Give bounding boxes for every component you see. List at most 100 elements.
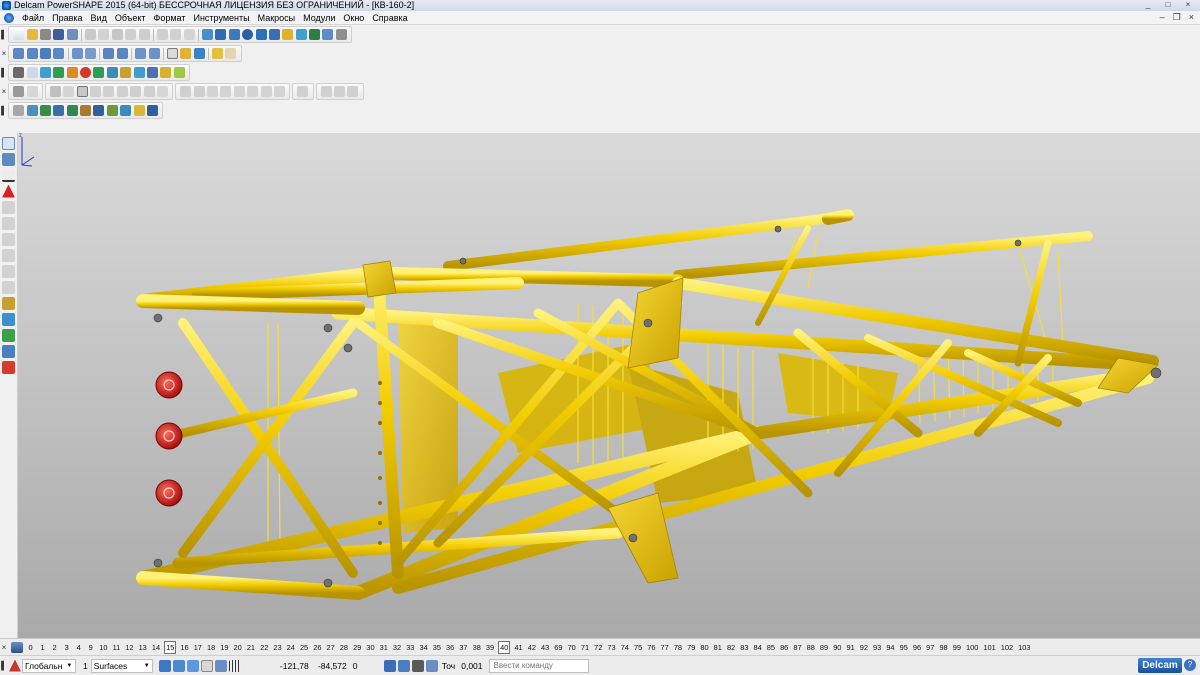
- select-mode-icon[interactable]: [49, 86, 61, 97]
- layer-icon[interactable]: [39, 67, 51, 78]
- save-icon[interactable]: [53, 29, 65, 40]
- surface-tool-icon[interactable]: [2, 248, 15, 262]
- statusbar-grip[interactable]: ▌: [0, 658, 8, 674]
- select-icon[interactable]: [215, 29, 227, 40]
- layer-number[interactable]: 12: [124, 642, 134, 653]
- layer-number[interactable]: 36: [445, 642, 455, 653]
- layer-number[interactable]: 21: [246, 642, 256, 653]
- layer-number[interactable]: 71: [580, 642, 590, 653]
- layer-number[interactable]: 33: [405, 642, 415, 653]
- grid-pattern-icon[interactable]: [228, 659, 241, 672]
- layer-number[interactable]: 41: [513, 642, 523, 653]
- curve-tool-icon[interactable]: [2, 216, 15, 230]
- layer-number[interactable]: 75: [633, 642, 643, 653]
- level-icon[interactable]: [13, 67, 25, 78]
- layer-number[interactable]: 31: [379, 642, 389, 653]
- camera-icon[interactable]: [411, 659, 424, 672]
- menu-tools[interactable]: Инструменты: [189, 11, 253, 25]
- undo-icon[interactable]: [156, 29, 168, 40]
- measure-icon[interactable]: [202, 29, 214, 40]
- shell-icon[interactable]: [53, 105, 65, 116]
- layer-number[interactable]: 9: [86, 642, 95, 653]
- layer-number[interactable]: 77: [660, 642, 670, 653]
- print-icon[interactable]: [39, 29, 51, 40]
- view-iso-icon[interactable]: [39, 48, 51, 59]
- close-button[interactable]: ×: [1180, 0, 1196, 10]
- view-cube-icon[interactable]: [71, 48, 83, 59]
- project-icon[interactable]: [273, 86, 285, 97]
- layer-number[interactable]: 16: [179, 642, 189, 653]
- menu-macros[interactable]: Макросы: [254, 11, 300, 25]
- doc-close-button[interactable]: ×: [1189, 12, 1194, 23]
- zoom-in-icon[interactable]: [103, 48, 115, 59]
- feature-tool-icon[interactable]: [2, 296, 15, 310]
- copy-icon[interactable]: [98, 29, 110, 40]
- solid-icon[interactable]: [309, 29, 321, 40]
- align-icon[interactable]: [260, 86, 272, 97]
- select-surface-icon[interactable]: [130, 86, 142, 97]
- layer-number[interactable]: 74: [620, 642, 630, 653]
- layer-number[interactable]: 38: [472, 642, 482, 653]
- maximize-button[interactable]: □: [1160, 0, 1176, 10]
- layer-number[interactable]: 28: [339, 642, 349, 653]
- layer-number[interactable]: 10: [98, 642, 108, 653]
- layer-number[interactable]: 84: [753, 642, 763, 653]
- layer-number[interactable]: 17: [193, 642, 203, 653]
- layer-number[interactable]: 87: [792, 642, 802, 653]
- layer-number[interactable]: 23: [272, 642, 282, 653]
- layers-icon[interactable]: [11, 641, 23, 653]
- menu-file[interactable]: Файл: [18, 11, 48, 25]
- menu-object[interactable]: Объект: [111, 11, 150, 25]
- surface-icon[interactable]: [295, 29, 307, 40]
- analysis-icon[interactable]: [2, 360, 15, 374]
- layer-number[interactable]: 82: [726, 642, 736, 653]
- wireframe-toggle-icon[interactable]: [200, 659, 213, 672]
- new-model-icon[interactable]: [13, 29, 25, 40]
- layer-number[interactable]: 72: [593, 642, 603, 653]
- morph-icon[interactable]: [120, 105, 132, 116]
- render-icon[interactable]: [133, 105, 145, 116]
- select-solid-icon[interactable]: [143, 86, 155, 97]
- layer-number[interactable]: 95: [899, 642, 909, 653]
- select-invert-icon[interactable]: [156, 86, 168, 97]
- shaded-wire-icon[interactable]: [193, 48, 205, 59]
- move-icon[interactable]: [180, 86, 192, 97]
- layer-number[interactable]: 18: [206, 642, 216, 653]
- layer-number[interactable]: 90: [832, 642, 842, 653]
- text-icon[interactable]: [268, 29, 280, 40]
- fillet-icon[interactable]: [66, 105, 78, 116]
- curve-icon[interactable]: [255, 29, 267, 40]
- layer-number[interactable]: 102: [1000, 642, 1014, 653]
- select-filter-icon[interactable]: [90, 86, 102, 97]
- select-box-icon[interactable]: [63, 86, 75, 97]
- toolbar-grip[interactable]: ▌: [0, 27, 8, 43]
- layer-number[interactable]: 22: [259, 642, 269, 653]
- layer-number[interactable]: 86: [779, 642, 789, 653]
- help-icon[interactable]: ?: [1184, 659, 1196, 671]
- select-curve-icon[interactable]: [116, 86, 128, 97]
- feature-icon[interactable]: [322, 29, 334, 40]
- rotate-icon[interactable]: [193, 86, 205, 97]
- group-icon[interactable]: [297, 86, 309, 97]
- edit-point-icon[interactable]: [13, 86, 25, 97]
- hand-icon[interactable]: [225, 48, 237, 59]
- layer-number[interactable]: 92: [859, 642, 869, 653]
- assembly-icon[interactable]: [120, 67, 132, 78]
- layer-number[interactable]: 4: [74, 642, 83, 653]
- circle-icon[interactable]: [242, 29, 254, 40]
- layer-number[interactable]: 69: [553, 642, 563, 653]
- view-top-icon[interactable]: [13, 48, 25, 59]
- zoom-window-icon[interactable]: [148, 48, 160, 59]
- doc-minimize-button[interactable]: –: [1160, 12, 1165, 23]
- layer-number[interactable]: 40: [498, 640, 511, 654]
- toolbar-grip[interactable]: ▌: [0, 65, 8, 81]
- open-folder-icon[interactable]: [26, 29, 38, 40]
- solid-red-icon[interactable]: [80, 67, 92, 78]
- layer-number[interactable]: 98: [938, 642, 948, 653]
- cut-icon[interactable]: [85, 29, 97, 40]
- menu-window[interactable]: Окно: [339, 11, 368, 25]
- solid-gray-icon[interactable]: [13, 105, 25, 116]
- layer-number[interactable]: 99: [952, 642, 962, 653]
- layer-number[interactable]: 94: [885, 642, 895, 653]
- layer-number[interactable]: 3: [62, 642, 71, 653]
